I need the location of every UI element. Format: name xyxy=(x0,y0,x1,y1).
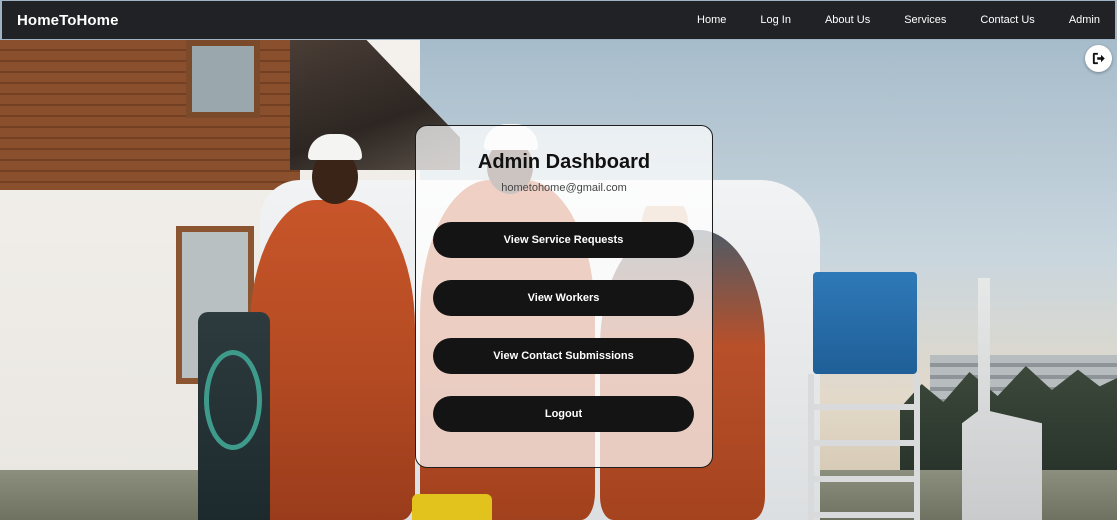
nav-home-link[interactable]: Home xyxy=(697,14,726,26)
logout-icon xyxy=(1092,52,1105,65)
logout-icon-button[interactable] xyxy=(1085,45,1112,72)
nav-admin-link[interactable]: Admin xyxy=(1069,14,1100,26)
view-service-requests-button[interactable]: View Service Requests xyxy=(433,222,694,258)
worker-figure xyxy=(250,200,415,520)
blue-bucket xyxy=(813,272,917,374)
brand-logo[interactable]: HomeToHome xyxy=(17,12,119,29)
dashboard-title: Admin Dashboard xyxy=(477,151,651,173)
nav-links: Home Log In About Us Services Contact Us… xyxy=(663,1,1115,39)
admin-email: hometohome@gmail.com xyxy=(501,182,627,194)
dashboard-actions: View Service Requests View Workers View … xyxy=(433,222,694,454)
nav-contact-link[interactable]: Contact Us xyxy=(980,14,1034,26)
hose xyxy=(204,350,262,450)
page: HomeToHome Home Log In About Us Services… xyxy=(0,0,1117,520)
logout-button[interactable]: Logout xyxy=(433,396,694,432)
admin-dashboard-card: Admin Dashboard hometohome@gmail.com Vie… xyxy=(415,125,713,468)
top-navbar: HomeToHome Home Log In About Us Services… xyxy=(2,1,1115,39)
yellow-equipment xyxy=(412,494,492,520)
view-contact-submissions-button[interactable]: View Contact Submissions xyxy=(433,338,694,374)
house-window-upper xyxy=(186,40,260,118)
view-workers-button[interactable]: View Workers xyxy=(433,280,694,316)
nav-login-link[interactable]: Log In xyxy=(760,14,791,26)
nav-about-link[interactable]: About Us xyxy=(825,14,870,26)
nav-services-link[interactable]: Services xyxy=(904,14,946,26)
step-ladder xyxy=(808,374,920,520)
